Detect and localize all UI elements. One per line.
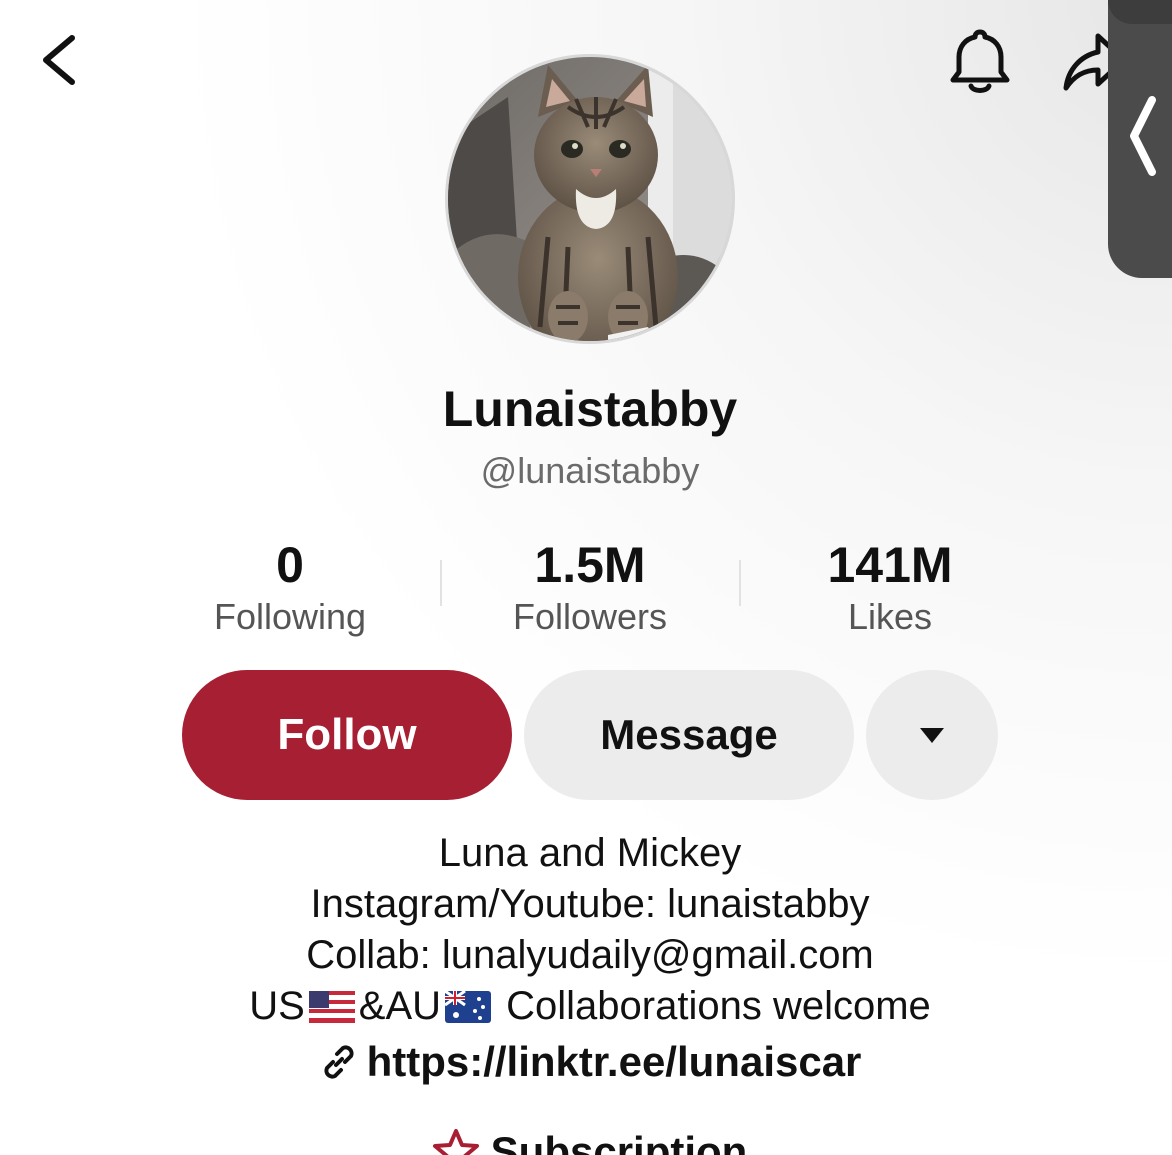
follow-button[interactable]: Follow (182, 670, 512, 800)
link-icon (324, 1045, 354, 1079)
panel-frame (1108, 0, 1172, 24)
stat-value: 0 (276, 537, 304, 593)
link-url: https://linktr.ee/lunaiscar (366, 1038, 862, 1085)
avatar[interactable] (445, 54, 735, 344)
tabby-cat-avatar (448, 57, 732, 341)
bio-text: &AU (358, 984, 442, 1028)
stat-value: 1.5M (534, 537, 646, 593)
bio-line: Collab: lunalyudaily@gmail.com (306, 933, 874, 977)
bio-text: US (249, 984, 305, 1028)
subscription-button[interactable]: Subscription (0, 1128, 1172, 1155)
chevron-left-icon (43, 35, 75, 85)
chevron-left-icon (1130, 96, 1156, 176)
bio-text: Collaborations welcome (495, 984, 931, 1028)
us-flag-icon (308, 991, 355, 1023)
username: @lunaistabby (480, 450, 700, 491)
display-name: Lunaistabby (442, 381, 738, 437)
bell-icon (950, 29, 1010, 93)
stat-label: Following (213, 596, 367, 637)
bio: Luna and Mickey Instagram/Youtube: lunai… (0, 828, 1172, 1032)
bio-link[interactable]: https://linktr.ee/lunaiscar (0, 1038, 1172, 1086)
subscription-label: Subscription (490, 1128, 748, 1155)
notification-button[interactable] (944, 26, 1016, 98)
side-panel-handle[interactable] (1108, 0, 1172, 278)
stat-likes[interactable]: 141M Likes (780, 536, 1000, 640)
stat-label: Followers (512, 596, 668, 637)
stat-following[interactable]: 0 Following (180, 536, 400, 640)
more-options-button[interactable] (866, 670, 998, 800)
stat-followers[interactable]: 1.5M Followers (480, 536, 700, 640)
message-button[interactable]: Message (524, 670, 854, 800)
stat-label: Likes (847, 596, 933, 637)
au-flag-icon (445, 991, 492, 1023)
bio-line-flags: US &AU Collaborations welcome (0, 981, 1172, 1032)
stat-divider (739, 560, 741, 606)
bio-line: Instagram/Youtube: lunaistabby (310, 882, 870, 926)
caret-down-icon (920, 728, 944, 743)
stat-divider (440, 560, 442, 606)
star-icon (432, 1129, 479, 1155)
stat-value: 141M (827, 537, 953, 593)
back-button[interactable] (34, 30, 90, 90)
profile-page: Lunaistabby @lunaistabby 0 Following 1.5… (0, 0, 1172, 1155)
bio-line: Luna and Mickey (438, 831, 742, 875)
